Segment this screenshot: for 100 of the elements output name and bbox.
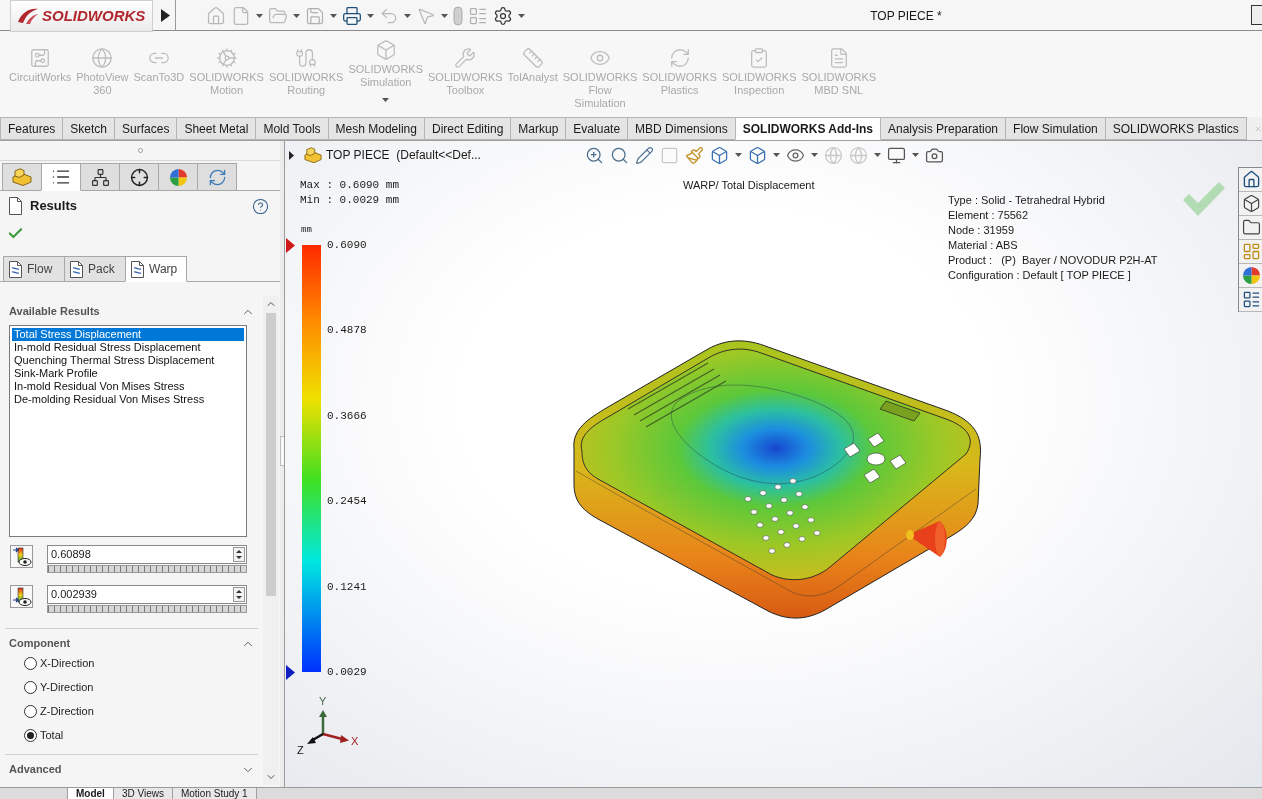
logo-menu-button[interactable]: SOLIDWORKS	[10, 0, 153, 32]
dropdown-caret-icon[interactable]	[293, 13, 300, 18]
printer-icon[interactable]	[342, 5, 362, 26]
radio-icon[interactable]	[24, 680, 37, 694]
ribbon-tab[interactable]: Evaluate	[565, 117, 629, 140]
list-item[interactable]: In-mold Residual Von Mises Stress	[12, 380, 244, 393]
ribbon-tab[interactable]: Analysis Preparation	[880, 117, 1007, 140]
dropdown-caret-icon[interactable]	[330, 13, 337, 18]
block-part-icon[interactable]	[12, 168, 32, 186]
legend-label: 0.0029	[327, 665, 367, 679]
max-value-field[interactable]: 0.60898	[47, 545, 247, 564]
model-info-text: Product : (P) Bayer / NOVODUR P2H-AT	[948, 253, 1158, 268]
ribbon-tab[interactable]: Mesh Modeling	[327, 117, 425, 140]
splitter-handle[interactable]	[280, 436, 284, 466]
breadcrumb-text[interactable]: TOP PIECE (Default<<Def...	[326, 146, 481, 164]
folder-icon[interactable]	[1242, 218, 1261, 237]
list-item[interactable]: Total Stress Displacement	[12, 328, 244, 341]
color-bar-button[interactable]	[10, 585, 33, 608]
thumbwheel[interactable]	[47, 605, 247, 613]
bottom-tab[interactable]: Motion Study 1	[171, 788, 257, 799]
ribbon-tab[interactable]: MBD Dimensions	[627, 117, 736, 140]
bottom-tab[interactable]: Model	[67, 788, 114, 799]
list-item[interactable]: Sink-Mark Profile	[12, 367, 244, 380]
ribbon-tab[interactable]: Sheet Metal	[176, 117, 257, 140]
result-tab[interactable]: Warp	[125, 256, 187, 282]
radio-option[interactable]: Z-Direction	[24, 699, 94, 723]
brush-icon[interactable]	[685, 145, 704, 165]
circuit-board-icon	[29, 47, 52, 69]
ribbon-tab[interactable]: Direct Editing	[423, 117, 512, 140]
expand-arrow-icon[interactable]	[161, 9, 170, 22]
grip-dot-icon[interactable]	[137, 148, 143, 153]
ribbon-tab[interactable]: Sketch	[62, 117, 116, 140]
result-tab[interactable]: Flow	[3, 256, 65, 282]
spinner-arrows-icon[interactable]	[233, 547, 245, 562]
dropdown-caret-icon[interactable]	[441, 13, 448, 18]
min-value-field[interactable]: 0.002939	[47, 585, 247, 604]
radio-option[interactable]: Total	[24, 723, 64, 747]
layout-icon[interactable]	[1242, 242, 1261, 261]
cube-icon[interactable]	[748, 145, 767, 165]
result-tab[interactable]: Pack	[64, 256, 126, 282]
pencil-icon[interactable]	[635, 145, 654, 165]
panel-tab[interactable]	[119, 163, 159, 191]
panel-tab[interactable]	[80, 163, 120, 191]
zoom-in-icon[interactable]	[585, 145, 604, 165]
cube-icon[interactable]	[1242, 194, 1261, 213]
list-icon[interactable]	[1242, 290, 1261, 309]
ribbon-tab[interactable]: Flow Simulation	[1005, 117, 1106, 140]
dropdown-caret-icon[interactable]	[811, 153, 818, 157]
max-marker-icon[interactable]	[286, 238, 295, 253]
dropdown-caret-icon[interactable]	[256, 13, 263, 18]
list-item[interactable]: Quenching Thermal Stress Displacement	[12, 354, 244, 367]
home-icon[interactable]	[1242, 170, 1261, 189]
thumbwheel[interactable]	[47, 565, 247, 573]
document-icon	[9, 197, 22, 215]
magnifier-icon[interactable]	[610, 145, 629, 165]
settings-icon[interactable]	[493, 5, 513, 26]
panel-tab[interactable]	[41, 163, 81, 191]
help-icon[interactable]	[252, 197, 269, 215]
ribbon-tab[interactable]: Mold Tools	[255, 117, 329, 140]
list-item[interactable]: De-molding Residual Von Mises Stress	[12, 393, 244, 406]
color-bar-button[interactable]	[10, 545, 33, 568]
radio-option[interactable]: X-Direction	[24, 651, 95, 675]
dropdown-caret-icon[interactable]	[404, 13, 411, 18]
spinner-arrows-icon[interactable]	[233, 587, 245, 602]
scrollbar[interactable]	[263, 296, 279, 785]
circular-arrows-icon[interactable]	[207, 167, 227, 187]
bottom-tab[interactable]: 3D Views	[112, 788, 173, 799]
expand-arrow-icon[interactable]	[289, 150, 294, 160]
crosshair-icon[interactable]	[129, 167, 149, 187]
list-item[interactable]: In-mold Residual Stress Displacement	[12, 341, 244, 354]
dropdown-caret-icon[interactable]	[518, 13, 525, 18]
scrollbar-thumb[interactable]	[266, 313, 276, 596]
ribbon-tab[interactable]: SOLIDWORKS Add-Ins	[734, 117, 881, 140]
dropdown-caret-icon[interactable]	[912, 153, 919, 157]
ribbon-tab[interactable]: Surfaces	[114, 117, 178, 140]
ribbon-tab[interactable]: Markup	[510, 117, 567, 140]
radio-icon[interactable]	[24, 728, 37, 742]
legend-label: 0.4878	[327, 323, 367, 337]
color-wheel-icon[interactable]	[1242, 266, 1261, 285]
radio-icon[interactable]	[24, 656, 37, 670]
cube-icon[interactable]	[710, 145, 729, 165]
ribbon-tab[interactable]: Features	[0, 117, 64, 140]
window-control-button[interactable]	[1251, 5, 1262, 25]
radio-icon[interactable]	[24, 704, 37, 718]
monitor-icon[interactable]	[887, 145, 906, 165]
tree-icon[interactable]	[90, 167, 110, 187]
radio-option[interactable]: Y-Direction	[24, 675, 94, 699]
dropdown-caret-icon[interactable]	[773, 153, 780, 157]
dropdown-caret-icon[interactable]	[367, 13, 374, 18]
dropdown-caret-icon[interactable]	[735, 153, 742, 157]
ribbon-tab[interactable]: SOLIDWORKS Plastics	[1104, 117, 1247, 140]
dropdown-caret-icon[interactable]	[382, 98, 390, 102]
dropdown-caret-icon[interactable]	[874, 153, 881, 157]
model-info-text: Configuration : Default [ TOP PIECE ]	[948, 268, 1132, 283]
section-heading: Component	[9, 636, 71, 652]
color-wheel-icon[interactable]	[168, 167, 188, 187]
check-icon[interactable]	[1181, 180, 1227, 218]
block-part-icon[interactable]	[304, 146, 322, 164]
min-value-text: Min : 0.0029 mm	[300, 193, 400, 207]
min-marker-icon[interactable]	[286, 665, 295, 680]
